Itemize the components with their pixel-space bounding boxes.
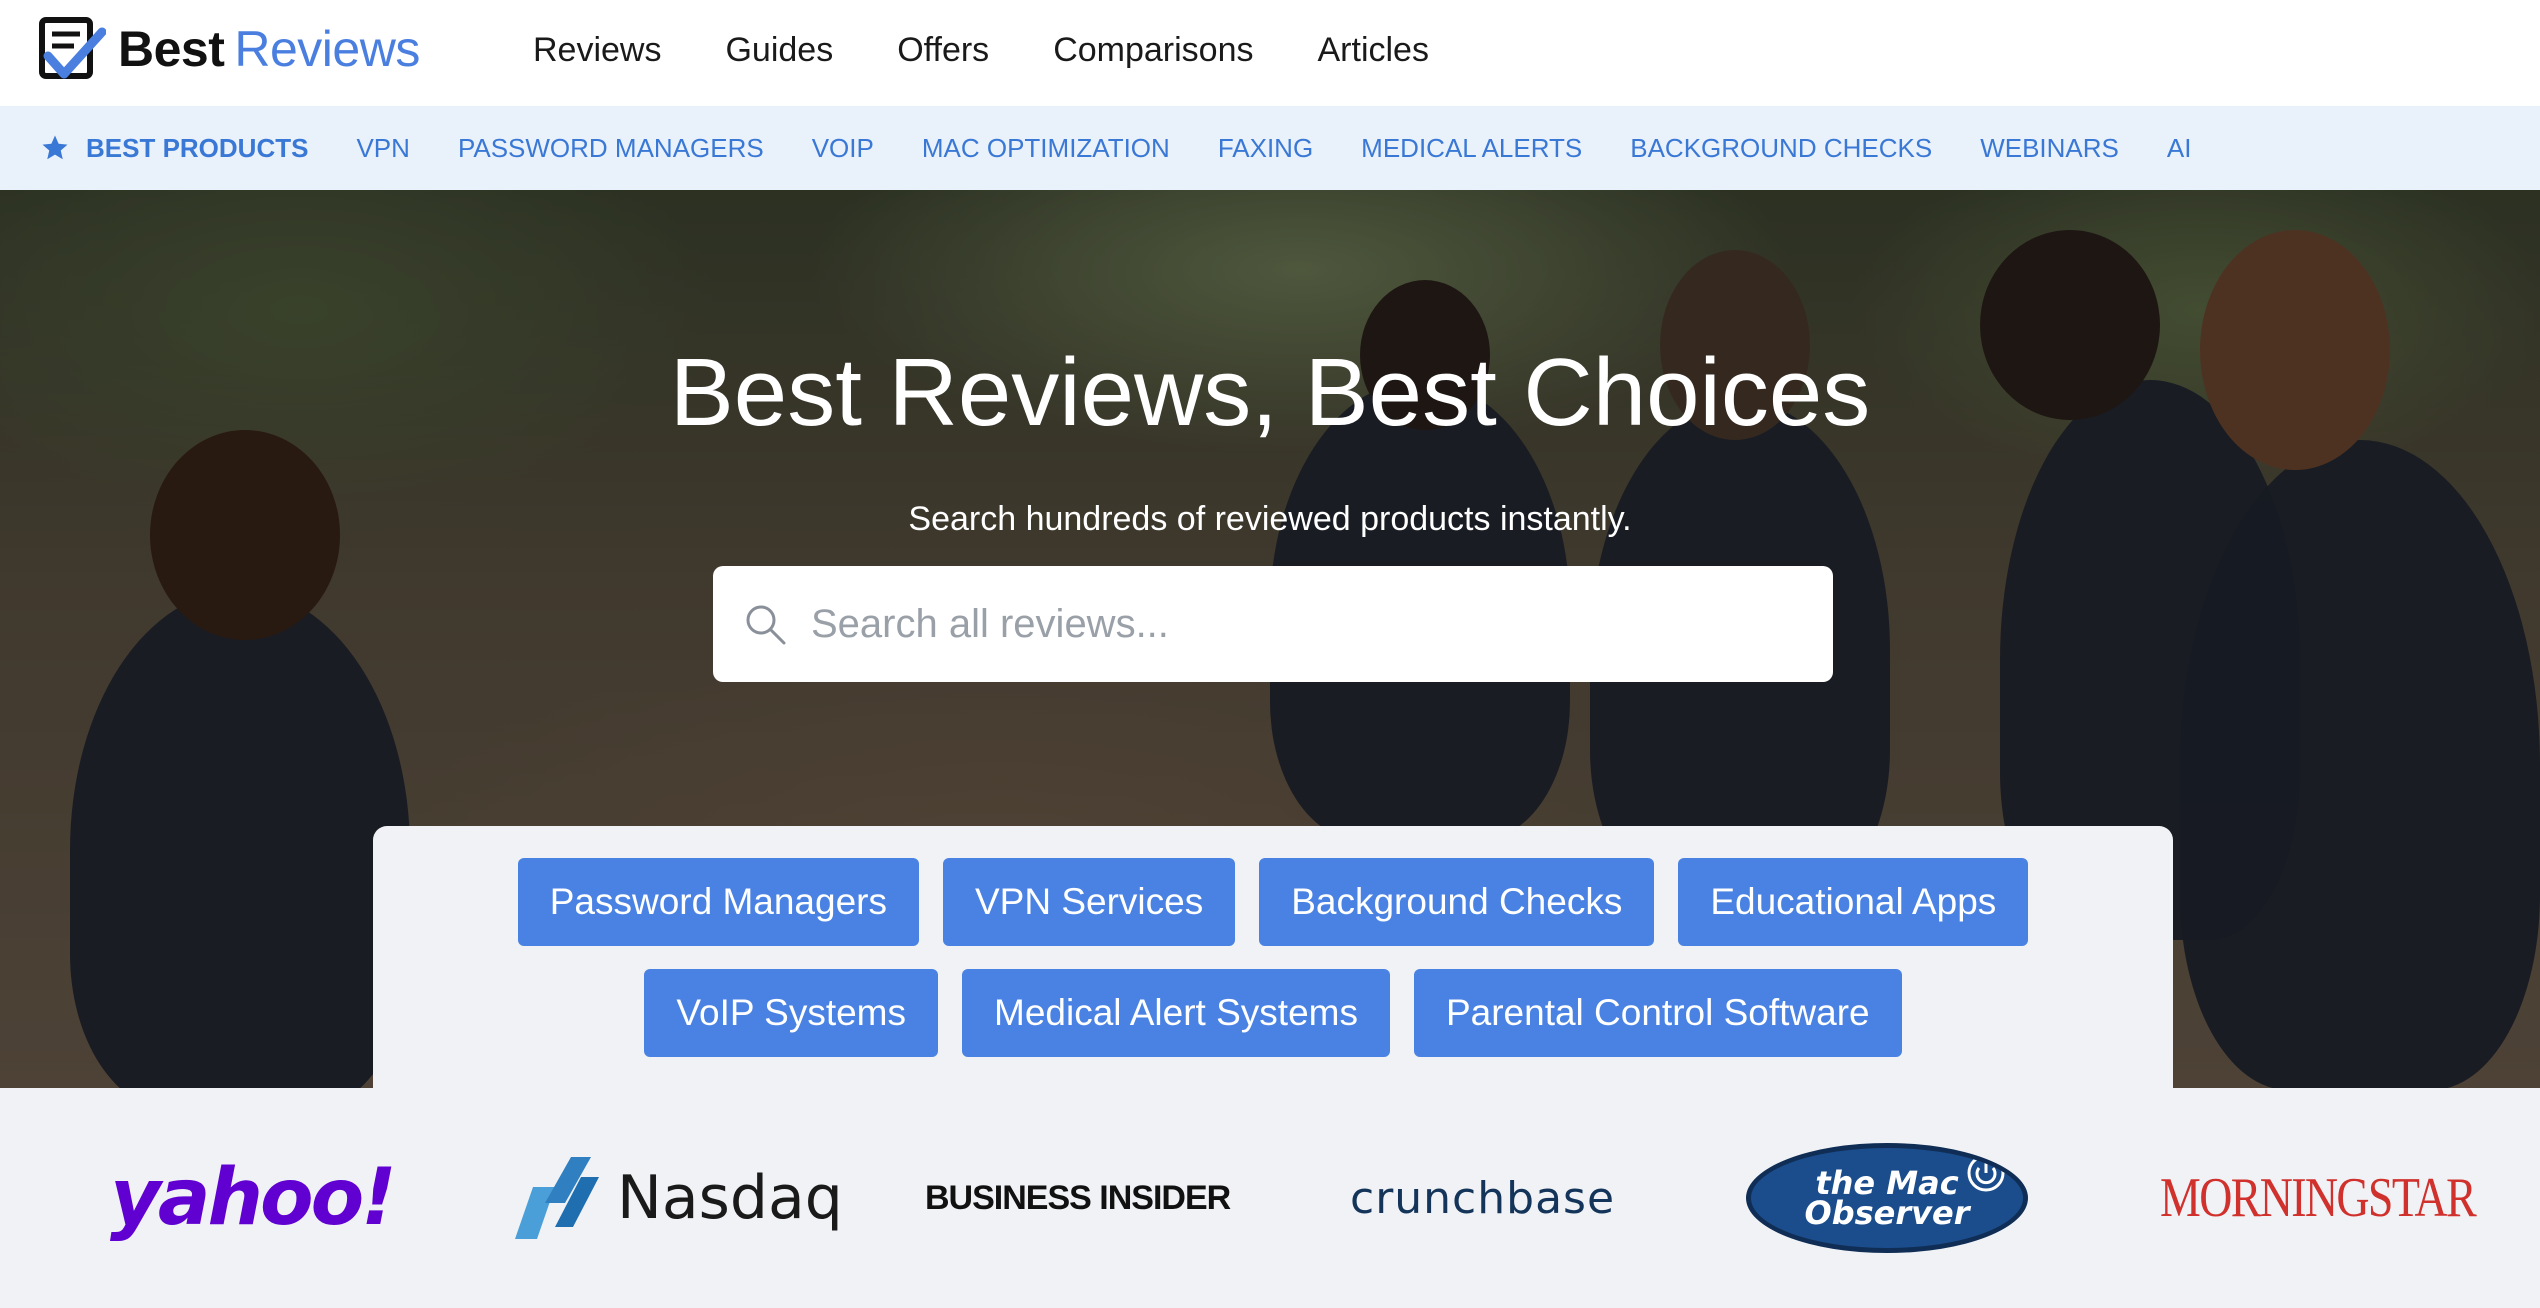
nav-articles[interactable]: Articles (1318, 31, 1429, 70)
business-insider-logo-text: BUSINESS INSIDER (925, 1178, 1231, 1217)
nasdaq-mark-icon (515, 1157, 599, 1239)
star-icon (42, 135, 68, 160)
parental-control-software-button[interactable]: Parental Control Software (1413, 969, 1902, 1057)
morningstar-logo-text: MORNINGSTAR (2160, 1167, 2477, 1229)
crunchbase-logo: crunchbase (1350, 1088, 1615, 1308)
mac-observer-logo: the Mac Observer (1746, 1088, 2028, 1308)
press-logos-strip: yahoo! Nasdaq BUSINESS INSIDER crunchbas… (0, 1088, 2540, 1308)
site-logo[interactable]: Best Reviews (38, 16, 420, 82)
morningstar-logo: MORNINGSTAR (2160, 1088, 2540, 1308)
search-input[interactable] (811, 601, 1811, 647)
cat-medical-alerts[interactable]: MEDICAL ALERTS (1361, 133, 1582, 164)
logo-text: Best Reviews (118, 24, 420, 74)
cat-mac-optimization[interactable]: MAC OPTIMIZATION (922, 133, 1170, 164)
main-nav: Reviews Guides Offers Comparisons Articl… (533, 0, 1493, 100)
cat-background-checks[interactable]: BACKGROUND CHECKS (1630, 133, 1932, 164)
checklist-logo-icon (39, 17, 106, 79)
hero-title: Best Reviews, Best Choices (669, 339, 1871, 446)
category-bar: BEST PRODUCTS VPN PASSWORD MANAGERS VOIP… (0, 106, 2540, 190)
educational-apps-button[interactable]: Educational Apps (1678, 858, 2029, 946)
nav-guides[interactable]: Guides (725, 31, 833, 70)
crunchbase-logo-text: crunchbase (1350, 1172, 1616, 1224)
cat-vpn[interactable]: VPN (356, 133, 409, 164)
nav-comparisons[interactable]: Comparisons (1053, 31, 1253, 70)
cat-webinars[interactable]: WEBINARS (1980, 133, 2119, 164)
cat-voip[interactable]: VOIP (812, 133, 874, 164)
cat-faxing[interactable]: FAXING (1218, 133, 1313, 164)
medical-alert-systems-button[interactable]: Medical Alert Systems (962, 969, 1390, 1057)
top-header: Best Reviews Reviews Guides Offers Compar… (0, 0, 2540, 106)
cat-best-products[interactable]: BEST PRODUCTS (86, 133, 308, 164)
vpn-services-button[interactable]: VPN Services (942, 858, 1236, 946)
yahoo-logo: yahoo! (110, 1088, 397, 1308)
category-buttons-panel: Password Managers VPN Services Backgroun… (373, 826, 2173, 1088)
hero-subtitle: Search hundreds of reviewed products ins… (908, 500, 1632, 538)
nasdaq-logo-text: Nasdaq (617, 1163, 843, 1233)
voip-systems-button[interactable]: VoIP Systems (644, 969, 939, 1057)
category-buttons-row-1: Password Managers VPN Services Backgroun… (373, 858, 2173, 946)
logo-word-best: Best (118, 21, 225, 77)
search-box[interactable] (713, 566, 1833, 682)
nav-reviews[interactable]: Reviews (533, 31, 661, 70)
logo-word-reviews: Reviews (234, 21, 420, 77)
search-icon (746, 605, 786, 645)
category-buttons-row-2: VoIP Systems Medical Alert Systems Paren… (373, 969, 2173, 1057)
business-insider-logo: BUSINESS INSIDER (925, 1088, 1231, 1308)
yahoo-logo-text: yahoo! (110, 1153, 397, 1243)
background-checks-button[interactable]: Background Checks (1259, 858, 1655, 946)
mac-observer-logo-text: the Mac Observer (1804, 1163, 1970, 1232)
cat-password-managers[interactable]: PASSWORD MANAGERS (458, 133, 764, 164)
nasdaq-logo: Nasdaq (515, 1088, 843, 1308)
nav-offers[interactable]: Offers (897, 31, 989, 70)
power-icon (1967, 1154, 2005, 1192)
password-managers-button[interactable]: Password Managers (517, 858, 919, 946)
cat-ai[interactable]: AI (2167, 133, 2192, 164)
